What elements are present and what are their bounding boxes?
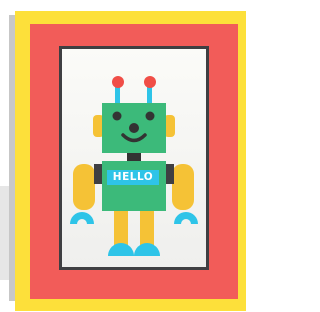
leg-right — [140, 211, 154, 247]
hand-left — [70, 212, 94, 224]
eye-right — [145, 111, 155, 121]
arm-left — [73, 164, 95, 210]
leg-left — [114, 211, 128, 247]
robot-body — [102, 161, 166, 211]
shoulder-left — [94, 164, 102, 184]
robot-neck — [127, 153, 141, 161]
foot-right — [134, 243, 160, 256]
hand-right — [174, 212, 198, 224]
foot-left — [108, 243, 134, 256]
antenna-tip-left — [112, 76, 124, 88]
antenna-tip-right — [144, 76, 156, 88]
arm-right — [172, 164, 194, 210]
shoulder-right — [166, 164, 174, 184]
robot-illustration — [70, 76, 198, 256]
eye-left — [112, 111, 122, 121]
robot-nose — [129, 123, 139, 133]
hello-sign: HELLO — [107, 170, 159, 185]
